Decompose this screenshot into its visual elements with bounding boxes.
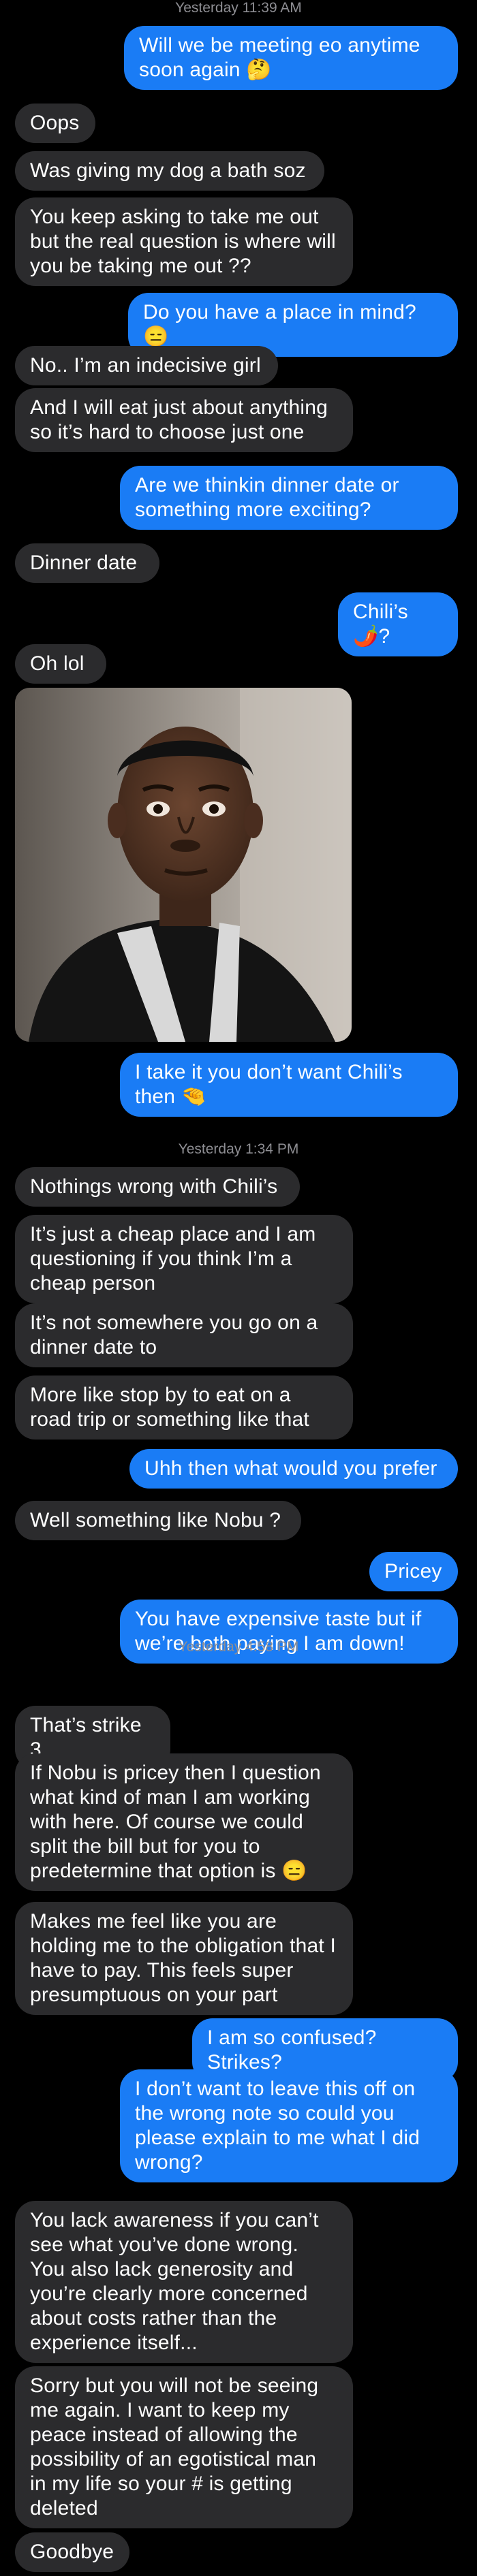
sent-message[interactable]: I take it you don’t want Chili’s then 🤏 [120,1053,458,1117]
received-message[interactable]: You lack awareness if you can’t see what… [15,2201,353,2363]
sent-message[interactable]: I don’t want to leave this off on the wr… [120,2069,458,2182]
received-message[interactable]: Dinner date [15,543,159,583]
photo-illustration [15,688,352,1042]
message-thread[interactable]: Yesterday 11:39 AM Will we be meeting eo… [0,0,477,2576]
received-message[interactable]: Oops [15,104,95,143]
received-message[interactable]: Nothings wrong with Chili’s [15,1167,300,1207]
received-message[interactable]: If Nobu is pricey then I question what k… [15,1753,353,1891]
received-message[interactable]: No.. I’m an indecisive girl [15,346,278,385]
sent-message[interactable]: Chili’s 🌶️? [338,592,458,656]
received-message[interactable]: Oh lol [15,644,106,684]
sent-message[interactable]: Uhh then what would you prefer [129,1449,458,1489]
sent-message[interactable]: Are we thinkin dinner date or something … [120,466,458,530]
received-message[interactable]: Well something like Nobu ? [15,1501,301,1540]
received-message[interactable]: It’s not somewhere you go on a dinner da… [15,1303,353,1367]
received-message[interactable]: Was giving my dog a bath soz [15,151,324,191]
timestamp: Yesterday 11:39 AM [175,0,302,16]
received-message[interactable]: More like stop by to eat on a road trip … [15,1376,353,1440]
timestamp: Yesterday 1:34 PM [178,1141,299,1157]
received-message[interactable]: Makes me feel like you are holding me to… [15,1902,353,2015]
received-message[interactable]: Sorry but you will not be seeing me agai… [15,2366,353,2528]
timestamp: Yesterday 4:58 PM [178,1639,299,1655]
received-message[interactable]: And I will eat just about anything so it… [15,388,353,452]
received-message[interactable]: Goodbye [15,2532,129,2572]
received-message[interactable]: It’s just a cheap place and I am questio… [15,1215,353,1303]
sent-message[interactable]: Pricey [369,1552,458,1591]
received-message[interactable]: You keep asking to take me out but the r… [15,197,353,286]
shared-image[interactable] [15,688,352,1042]
sent-message[interactable]: Will we be meeting eo anytime soon again… [124,26,458,90]
